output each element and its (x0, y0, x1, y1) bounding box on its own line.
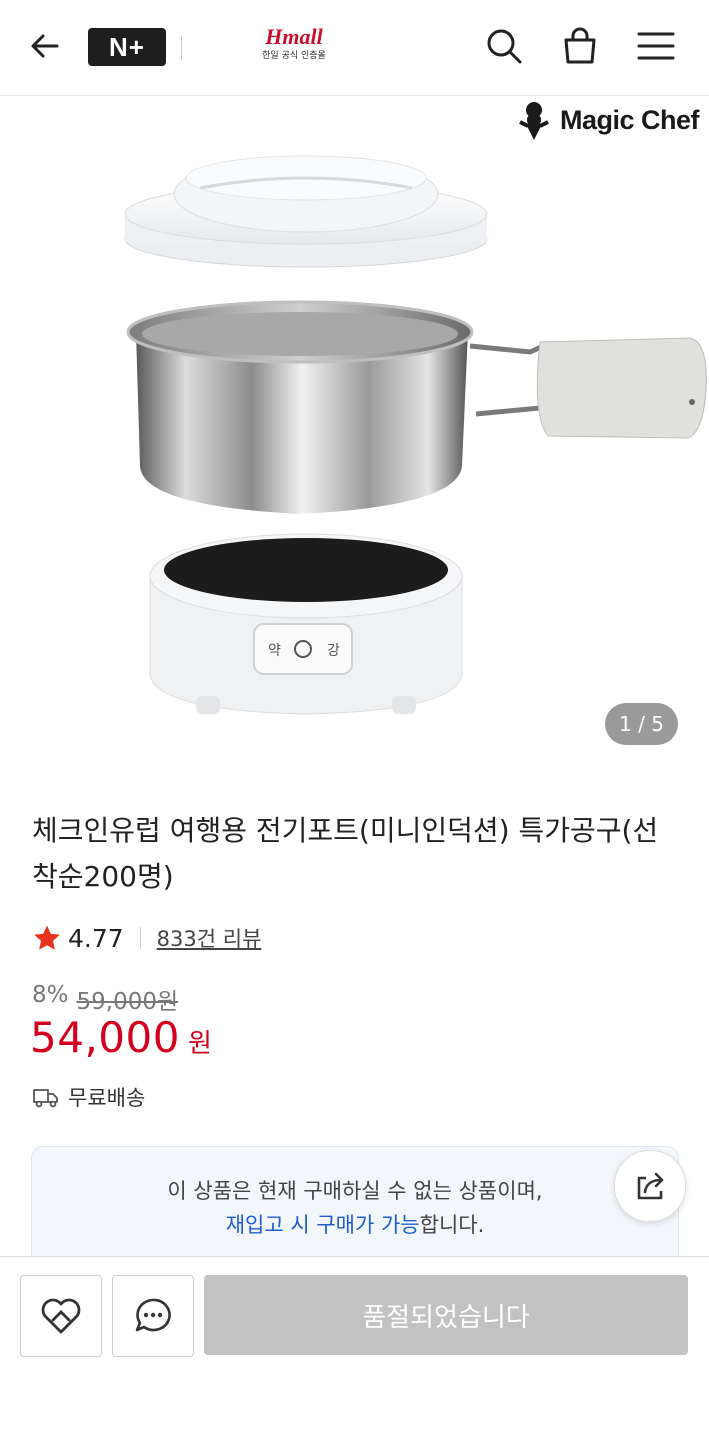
svg-text:약: 약 (268, 643, 281, 659)
nplus-badge[interactable]: N+ (88, 28, 166, 66)
logo-text: Hmall (265, 24, 323, 49)
chat-button[interactable] (112, 1275, 194, 1357)
price-unit: 원 (187, 1029, 212, 1059)
rating-value: 4.77 (68, 923, 124, 953)
product-image-gallery[interactable]: Magic Chef 약 강 1 / 5 (0, 96, 709, 771)
notice-line1: 이 상품은 현재 구매하실 수 없는 상품이며, (167, 1179, 543, 1203)
header-divider (181, 36, 182, 60)
notice-line2: 재입고 시 구매가 가능합니다. (32, 1209, 678, 1239)
price-amount: 54,000 (30, 1013, 180, 1062)
logo-subtitle: 한일 공식 인증몰 (262, 51, 326, 61)
heart-icon (41, 1298, 81, 1334)
product-title: 체크인유럽 여행용 전기포트(미니인덕션) 특가공구(선착순200명) (32, 814, 659, 893)
wishlist-button[interactable] (20, 1275, 102, 1357)
rating-row: 4.77 833건 리뷰 (32, 920, 261, 956)
menu-icon[interactable] (632, 22, 680, 70)
top-header: N+ Hmall 한일 공식 인증몰 (0, 0, 709, 96)
chat-icon (135, 1298, 171, 1332)
star-icon (34, 925, 60, 950)
soldout-button[interactable]: 품절되었습니다 (204, 1275, 688, 1355)
bottom-action-bar: 품절되었습니다 (0, 1256, 709, 1441)
shopping-bag-icon[interactable] (556, 22, 604, 70)
hmall-logo[interactable]: Hmall 한일 공식 인증몰 (254, 24, 334, 70)
back-arrow-icon[interactable] (21, 22, 69, 70)
discount-rate: 8% (32, 982, 69, 1008)
review-link[interactable]: 833건 리뷰 (157, 923, 262, 953)
discount-row: 8% 59,000원 (32, 982, 178, 1016)
search-icon[interactable] (480, 22, 528, 70)
lid (124, 155, 488, 268)
notice-line2-tail: 합니다. (419, 1213, 485, 1237)
steel-pot (126, 300, 707, 514)
shipping-label: 무료배송 (68, 1086, 146, 1110)
sale-price: 54,000 원 (30, 1013, 212, 1062)
induction-base: 약 강 (149, 533, 463, 715)
original-price: 59,000원 (76, 989, 179, 1015)
shipping-info: 무료배송 (32, 1082, 145, 1112)
image-counter: 1 / 5 (605, 703, 678, 745)
share-icon (637, 1172, 664, 1200)
product-illustration: 약 강 (124, 155, 707, 715)
rating-divider (139, 927, 141, 949)
restock-link[interactable]: 재입고 시 구매가 가능 (226, 1213, 420, 1237)
share-button[interactable] (614, 1150, 686, 1222)
svg-text:강: 강 (327, 643, 340, 659)
truck-icon (33, 1089, 58, 1108)
